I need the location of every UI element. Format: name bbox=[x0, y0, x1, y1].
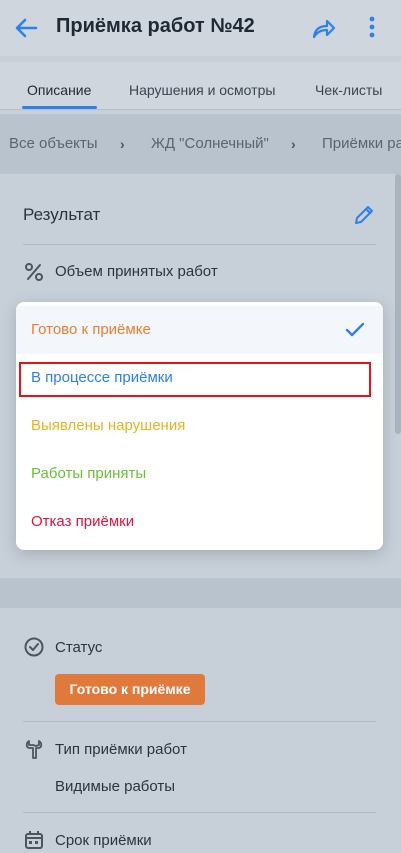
tab-bar: Описание Нарушения и осмотры Чек-листы bbox=[0, 62, 401, 110]
divider bbox=[23, 244, 376, 245]
percent-icon bbox=[25, 263, 43, 281]
edit-pencil-icon[interactable] bbox=[352, 203, 376, 227]
option-label: Работы приняты bbox=[31, 465, 147, 482]
active-tab-indicator bbox=[22, 106, 97, 109]
calendar-icon bbox=[25, 831, 43, 849]
wrench-icon bbox=[25, 740, 43, 759]
breadcrumb-complex[interactable]: ЖД "Солнечный" bbox=[151, 135, 269, 152]
divider bbox=[23, 721, 376, 722]
status-label: Статус bbox=[55, 639, 103, 656]
app-header: Приёмка работ №42 bbox=[0, 0, 401, 56]
option-ready[interactable]: Готово к приёмке bbox=[16, 306, 383, 354]
work-type-value: Видимые работы bbox=[55, 778, 176, 795]
chevron-right-icon: › bbox=[120, 136, 125, 152]
checkmark-icon bbox=[345, 322, 365, 337]
share-icon[interactable] bbox=[310, 16, 336, 42]
status-badge[interactable]: Готово к приёмке bbox=[55, 674, 205, 705]
option-rejected[interactable]: Отказ приёмки bbox=[16, 498, 383, 546]
tab-violations[interactable]: Нарушения и осмотры bbox=[129, 82, 275, 98]
highlight-box bbox=[19, 362, 371, 397]
scrollbar[interactable] bbox=[395, 174, 401, 434]
section-gap bbox=[0, 578, 401, 608]
option-violations-found[interactable]: Выявлены нарушения bbox=[16, 402, 383, 450]
volume-label: Объем принятых работ bbox=[55, 263, 218, 280]
chevron-right-icon: › bbox=[291, 136, 296, 152]
more-vertical-icon[interactable] bbox=[362, 14, 382, 42]
back-arrow-icon[interactable] bbox=[12, 14, 40, 42]
work-type-label: Тип приёмки работ bbox=[55, 741, 187, 758]
deadline-label: Срок приёмки bbox=[55, 832, 152, 849]
breadcrumb-all-objects[interactable]: Все объекты bbox=[9, 135, 98, 152]
option-label: Готово к приёмке bbox=[31, 321, 151, 338]
page-title: Приёмка работ №42 bbox=[56, 15, 255, 37]
option-label: Выявлены нарушения bbox=[31, 417, 186, 434]
tab-checklists[interactable]: Чек-листы bbox=[315, 82, 382, 98]
breadcrumb-acceptances[interactable]: Приёмки ра bbox=[322, 135, 401, 152]
check-circle-icon bbox=[24, 637, 44, 657]
tab-description[interactable]: Описание bbox=[27, 82, 91, 98]
result-section-title: Результат bbox=[23, 205, 101, 224]
breadcrumb: Все объекты › ЖД "Солнечный" › Приёмки р… bbox=[0, 114, 401, 174]
divider bbox=[23, 812, 376, 813]
status-dropdown: Готово к приёмке В процессе приёмки Выяв… bbox=[16, 302, 383, 550]
option-label: Отказ приёмки bbox=[31, 513, 135, 530]
option-accepted[interactable]: Работы приняты bbox=[16, 450, 383, 498]
